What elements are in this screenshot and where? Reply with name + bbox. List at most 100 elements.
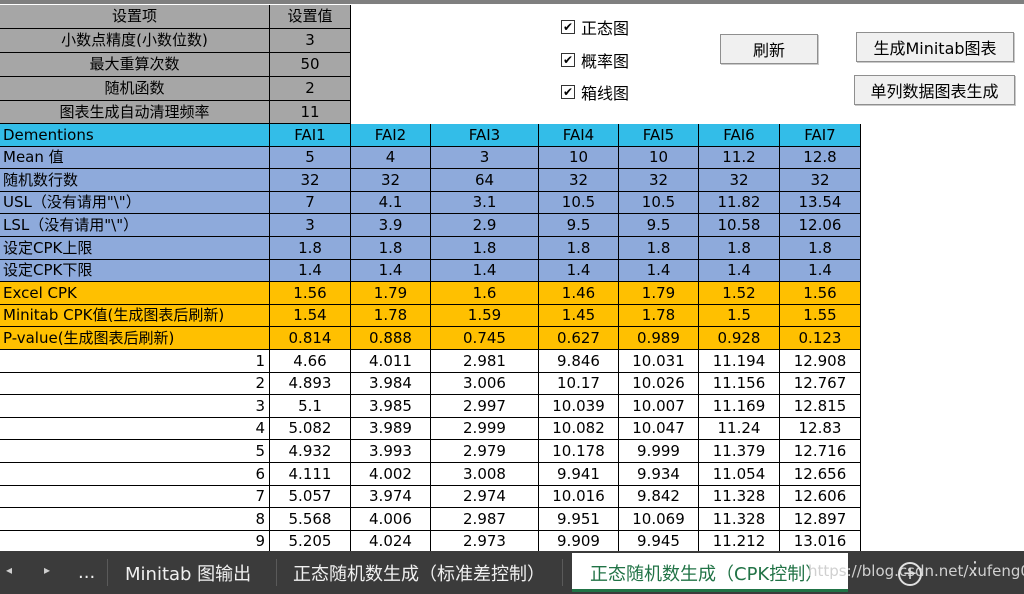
- grid-cell[interactable]: 1.52: [699, 282, 780, 305]
- grid-cell[interactable]: 5.205: [270, 531, 351, 553]
- grid-cell[interactable]: 10.069: [619, 508, 699, 531]
- grid-cell[interactable]: 1.4: [351, 260, 431, 282]
- grid-cell[interactable]: 1.4: [699, 260, 780, 282]
- grid-cell[interactable]: FAI7: [780, 124, 861, 147]
- row-index-cell[interactable]: 7: [0, 486, 270, 508]
- settings-label-cleanup-freq[interactable]: 图表生成自动清理频率: [0, 101, 270, 124]
- grid-cell[interactable]: 0.123: [780, 327, 861, 350]
- grid-cell[interactable]: 13.016: [780, 531, 861, 553]
- tab-minitab-output[interactable]: Minitab 图输出: [125, 551, 251, 594]
- row-label-cell[interactable]: Dementions: [0, 124, 270, 147]
- grid-cell[interactable]: 4: [351, 147, 431, 169]
- grid-cell[interactable]: 12.606: [780, 486, 861, 508]
- grid-cell[interactable]: 10.026: [619, 373, 699, 395]
- grid-cell[interactable]: 1.56: [780, 282, 861, 305]
- settings-header-item[interactable]: 设置项: [0, 5, 270, 29]
- grid-cell[interactable]: 2.974: [431, 486, 539, 508]
- grid-cell[interactable]: 2.979: [431, 440, 539, 463]
- grid-cell[interactable]: 13.54: [780, 192, 861, 214]
- grid-cell[interactable]: 5.1: [270, 395, 351, 418]
- grid-cell[interactable]: 11.328: [699, 486, 780, 508]
- settings-value-precision[interactable]: 3: [270, 29, 351, 53]
- grid-cell[interactable]: 4.1: [351, 192, 431, 214]
- grid-cell[interactable]: 11.194: [699, 350, 780, 373]
- grid-cell[interactable]: 3: [270, 214, 351, 237]
- grid-cell[interactable]: 9.846: [539, 350, 619, 373]
- settings-label-precision[interactable]: 小数点精度(小数位数): [0, 29, 270, 53]
- grid-cell[interactable]: 1.8: [539, 237, 619, 260]
- grid-cell[interactable]: 1.8: [780, 237, 861, 260]
- grid-cell[interactable]: 10.58: [699, 214, 780, 237]
- grid-cell[interactable]: 32: [270, 169, 351, 192]
- grid-cell[interactable]: 32: [539, 169, 619, 192]
- grid-cell[interactable]: 4.011: [351, 350, 431, 373]
- grid-cell[interactable]: 3.984: [351, 373, 431, 395]
- checkbox-boxplot[interactable]: ✔ 箱线图: [561, 80, 629, 104]
- grid-cell[interactable]: 1.54: [270, 305, 351, 327]
- grid-cell[interactable]: 9.5: [539, 214, 619, 237]
- row-label-cell[interactable]: 设定CPK上限: [0, 237, 270, 260]
- row-label-cell[interactable]: LSL（没有请用"\"）: [0, 214, 270, 237]
- grid-cell[interactable]: 10: [539, 147, 619, 169]
- row-index-cell[interactable]: 8: [0, 508, 270, 531]
- grid-cell[interactable]: 9.999: [619, 440, 699, 463]
- settings-value-cleanup-freq[interactable]: 11: [270, 101, 351, 124]
- grid-cell[interactable]: 10.039: [539, 395, 619, 418]
- grid-cell[interactable]: 1.4: [780, 260, 861, 282]
- grid-cell[interactable]: 10.016: [539, 486, 619, 508]
- grid-cell[interactable]: 11.212: [699, 531, 780, 553]
- grid-cell[interactable]: 2.9: [431, 214, 539, 237]
- checkbox-probability-plot[interactable]: ✔ 概率图: [561, 48, 629, 72]
- more-options-icon[interactable]: ⋮: [966, 558, 984, 579]
- grid-cell[interactable]: 3: [431, 147, 539, 169]
- settings-value-max-recalc[interactable]: 50: [270, 53, 351, 77]
- row-label-cell[interactable]: Excel CPK: [0, 282, 270, 305]
- grid-cell[interactable]: 1.79: [619, 282, 699, 305]
- grid-cell[interactable]: FAI5: [619, 124, 699, 147]
- grid-cell[interactable]: 11.169: [699, 395, 780, 418]
- grid-cell[interactable]: 1.45: [539, 305, 619, 327]
- grid-cell[interactable]: FAI4: [539, 124, 619, 147]
- grid-cell[interactable]: 2.999: [431, 418, 539, 440]
- grid-cell[interactable]: 5.057: [270, 486, 351, 508]
- grid-cell[interactable]: 2.973: [431, 531, 539, 553]
- grid-cell[interactable]: 5.082: [270, 418, 351, 440]
- tab-more-button[interactable]: ...: [78, 551, 95, 594]
- row-index-cell[interactable]: 3: [0, 395, 270, 418]
- refresh-button[interactable]: 刷新: [720, 34, 818, 64]
- grid-cell[interactable]: 0.928: [699, 327, 780, 350]
- grid-cell[interactable]: 10.178: [539, 440, 619, 463]
- grid-cell[interactable]: 3.985: [351, 395, 431, 418]
- grid-cell[interactable]: 2.981: [431, 350, 539, 373]
- grid-cell[interactable]: 12.716: [780, 440, 861, 463]
- grid-cell[interactable]: 1.8: [699, 237, 780, 260]
- grid-cell[interactable]: 9.951: [539, 508, 619, 531]
- grid-cell[interactable]: 1.78: [351, 305, 431, 327]
- grid-cell[interactable]: 4.006: [351, 508, 431, 531]
- row-label-cell[interactable]: USL（没有请用"\"）: [0, 192, 270, 214]
- grid-cell[interactable]: 2.997: [431, 395, 539, 418]
- grid-cell[interactable]: 1.55: [780, 305, 861, 327]
- row-label-cell[interactable]: 设定CPK下限: [0, 260, 270, 282]
- grid-cell[interactable]: 0.745: [431, 327, 539, 350]
- single-column-chart-button[interactable]: 单列数据图表生成: [854, 75, 1015, 105]
- grid-cell[interactable]: 12.8: [780, 147, 861, 169]
- grid-cell[interactable]: 11.054: [699, 463, 780, 486]
- settings-value-random-func[interactable]: 2: [270, 77, 351, 101]
- grid-cell[interactable]: FAI6: [699, 124, 780, 147]
- grid-cell[interactable]: 9.842: [619, 486, 699, 508]
- grid-cell[interactable]: 5: [270, 147, 351, 169]
- grid-cell[interactable]: 0.888: [351, 327, 431, 350]
- grid-cell[interactable]: 1.5: [699, 305, 780, 327]
- grid-cell[interactable]: 10.5: [539, 192, 619, 214]
- grid-cell[interactable]: 3.006: [431, 373, 539, 395]
- row-index-cell[interactable]: 5: [0, 440, 270, 463]
- row-index-cell[interactable]: 9: [0, 531, 270, 553]
- row-index-cell[interactable]: 6: [0, 463, 270, 486]
- grid-cell[interactable]: 11.328: [699, 508, 780, 531]
- grid-cell[interactable]: 4.893: [270, 373, 351, 395]
- grid-cell[interactable]: FAI3: [431, 124, 539, 147]
- grid-cell[interactable]: 9.5: [619, 214, 699, 237]
- grid-cell[interactable]: 11.379: [699, 440, 780, 463]
- grid-cell[interactable]: 1.79: [351, 282, 431, 305]
